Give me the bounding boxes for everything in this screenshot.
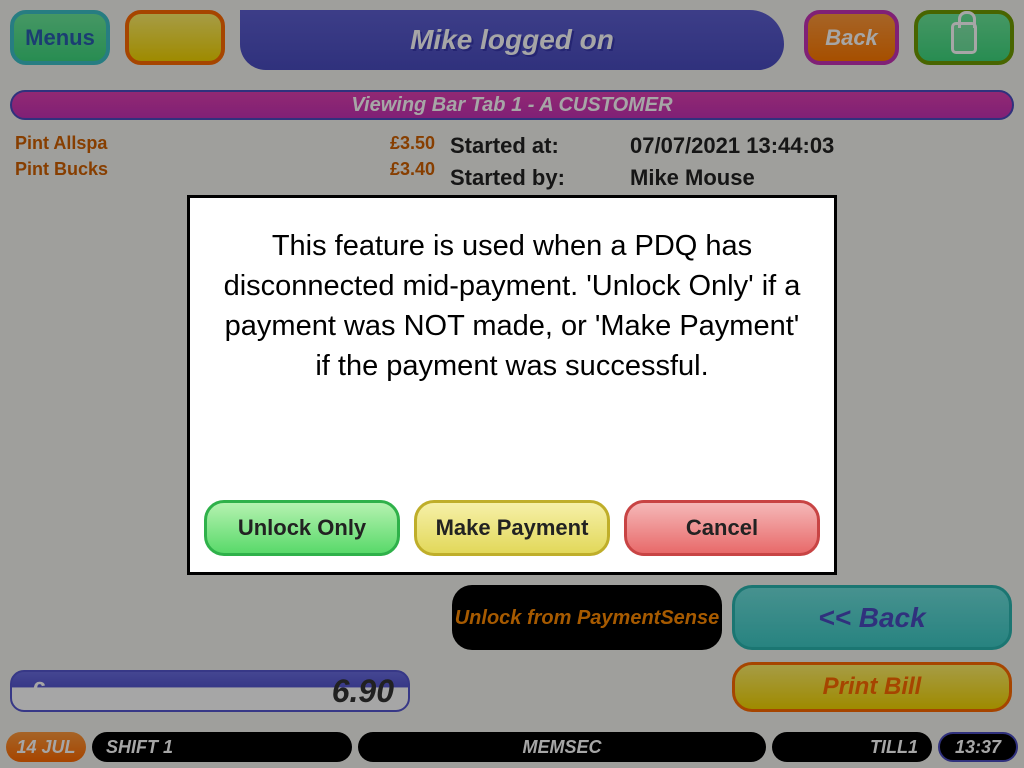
- cancel-button[interactable]: Cancel: [624, 500, 820, 556]
- make-payment-button[interactable]: Make Payment: [414, 500, 610, 556]
- unlock-only-button[interactable]: Unlock Only: [204, 500, 400, 556]
- modal-message: This feature is used when a PDQ has disc…: [214, 226, 810, 386]
- pdq-modal: This feature is used when a PDQ has disc…: [187, 195, 837, 575]
